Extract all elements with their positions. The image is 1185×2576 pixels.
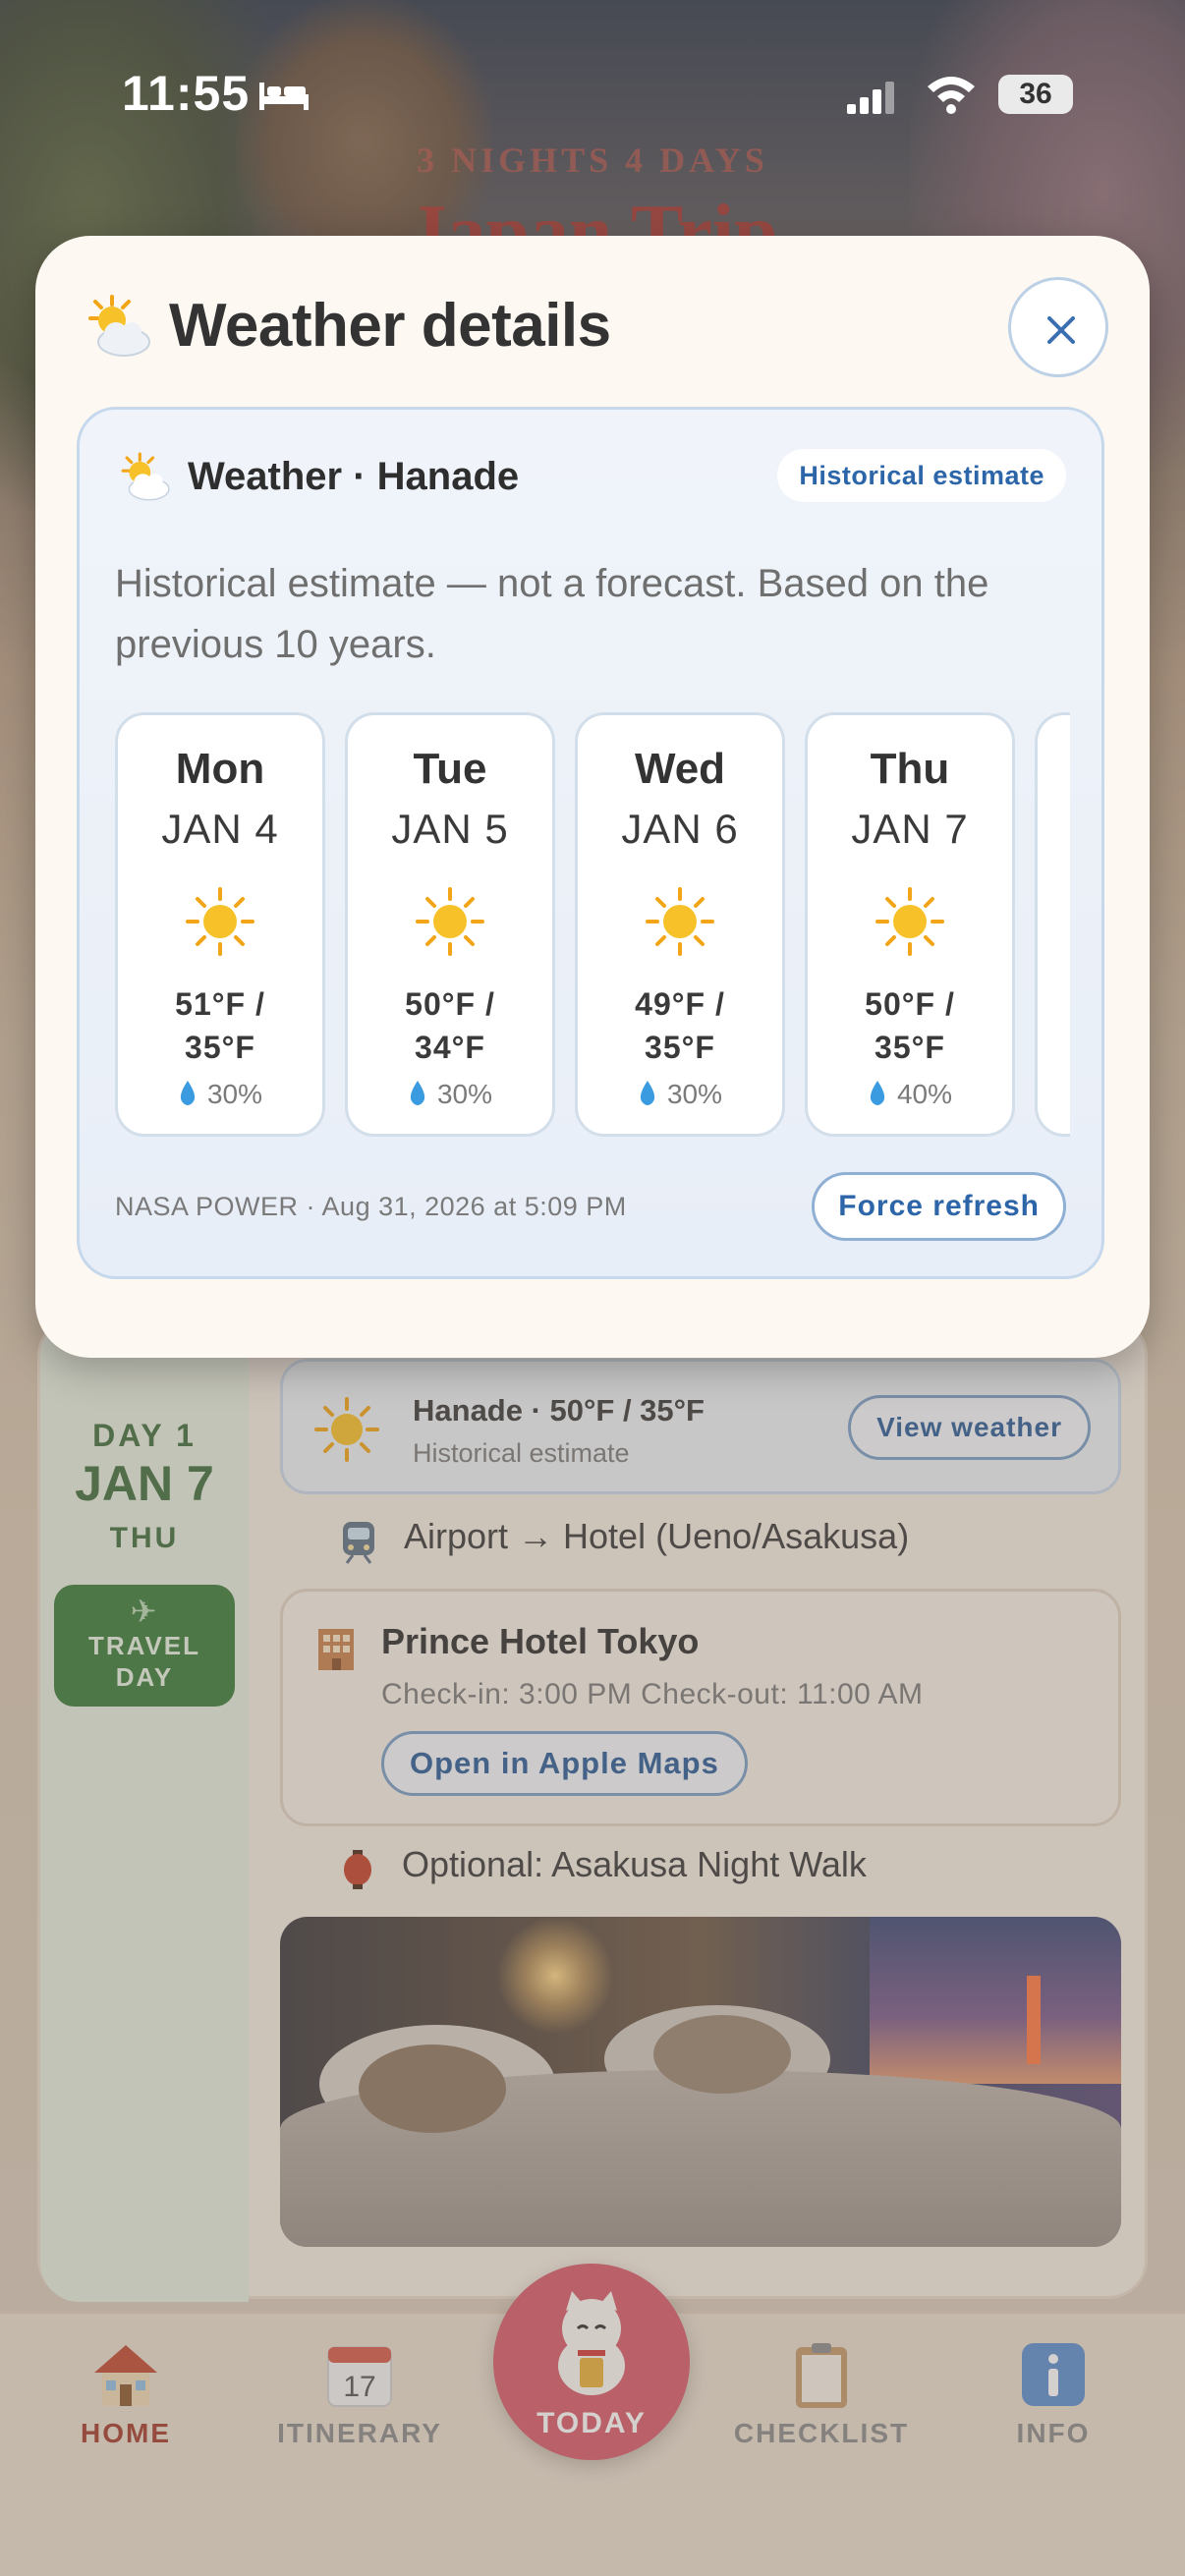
day-card-low: 34°F bbox=[415, 1030, 485, 1065]
day-card: Thu JAN 7 50°F / 35°F 40% bbox=[805, 712, 1015, 1137]
forecast-days-scroller[interactable]: Mon JAN 4 51°F / 35°F 30% Tue JAN 5 50°F… bbox=[115, 712, 1070, 1141]
day-card-weekday: Mon bbox=[175, 745, 265, 793]
day-card-partial bbox=[1035, 712, 1070, 1137]
weather-card-title: Weather · Hanade bbox=[188, 455, 520, 498]
day-card-low: 35°F bbox=[185, 1030, 255, 1065]
sun-icon bbox=[646, 887, 714, 956]
day-card-low: 35°F bbox=[875, 1030, 945, 1065]
day-card-precip-value: 30% bbox=[666, 1079, 723, 1109]
data-source-timestamp: NASA POWER · Aug 31, 2026 at 5:09 PM bbox=[115, 1192, 627, 1221]
close-button[interactable] bbox=[1008, 277, 1108, 377]
day-card: Tue JAN 5 50°F / 34°F 30% bbox=[345, 712, 555, 1137]
day-card-weekday: Thu bbox=[870, 745, 950, 793]
day-card-temperature: 51°F / 35°F bbox=[118, 982, 322, 1069]
day-card-date: JAN 7 bbox=[851, 806, 969, 852]
day-card-high: 49°F / bbox=[635, 986, 725, 1022]
historical-estimate-badge: Historical estimate bbox=[777, 449, 1066, 502]
day-card-temperature: 50°F / 35°F bbox=[808, 982, 1012, 1069]
weather-card: Weather · Hanade Historical estimate His… bbox=[77, 407, 1104, 1279]
day-card-precipitation: 30% bbox=[348, 1079, 552, 1110]
day-card-date: JAN 6 bbox=[621, 806, 739, 852]
droplet-icon bbox=[640, 1081, 655, 1105]
weather-disclaimer: Historical estimate — not a forecast. Ba… bbox=[115, 562, 989, 666]
status-bar: 11:55 36 bbox=[0, 59, 1185, 138]
day-card-temperature: 49°F / 35°F bbox=[578, 982, 782, 1069]
day-card-date: JAN 5 bbox=[391, 806, 509, 852]
day-card-weekday: Wed bbox=[634, 745, 726, 793]
day-card-precipitation: 40% bbox=[808, 1079, 1012, 1110]
day-card-precipitation: 30% bbox=[578, 1079, 782, 1110]
sun-icon bbox=[186, 887, 254, 956]
day-card-date: JAN 4 bbox=[161, 806, 279, 852]
battery-indicator: 36 bbox=[998, 75, 1073, 114]
day-card-precip-value: 40% bbox=[896, 1079, 953, 1109]
day-card-high: 50°F / bbox=[405, 986, 495, 1022]
day-card-precip-value: 30% bbox=[436, 1079, 493, 1109]
droplet-icon bbox=[180, 1081, 196, 1105]
sun-icon bbox=[416, 887, 484, 956]
day-card-low: 35°F bbox=[645, 1030, 715, 1065]
sleep-focus-icon bbox=[259, 83, 309, 110]
cellular-signal-icon bbox=[847, 82, 894, 114]
day-card-temperature: 50°F / 34°F bbox=[348, 982, 552, 1069]
day-card-weekday: Tue bbox=[413, 745, 487, 793]
droplet-icon bbox=[410, 1081, 425, 1105]
sun-behind-cloud-icon bbox=[88, 295, 150, 357]
weather-details-modal: Weather details Weather · Hanade Histori… bbox=[35, 236, 1150, 1358]
day-card: Wed JAN 6 49°F / 35°F 30% bbox=[575, 712, 785, 1137]
day-card: Mon JAN 4 51°F / 35°F 30% bbox=[115, 712, 325, 1137]
modal-title: Weather details bbox=[169, 292, 611, 360]
day-card-high: 51°F / bbox=[175, 986, 265, 1022]
day-card-precip-value: 30% bbox=[206, 1079, 263, 1109]
day-card-high: 50°F / bbox=[865, 986, 955, 1022]
status-time: 11:55 bbox=[122, 66, 251, 121]
force-refresh-button[interactable]: Force refresh bbox=[812, 1172, 1066, 1241]
droplet-icon bbox=[870, 1081, 885, 1105]
close-icon bbox=[1047, 316, 1075, 344]
sun-icon bbox=[875, 887, 944, 956]
day-card-precipitation: 30% bbox=[118, 1079, 322, 1110]
sun-behind-cloud-icon bbox=[121, 452, 170, 501]
wifi-icon bbox=[928, 77, 975, 114]
